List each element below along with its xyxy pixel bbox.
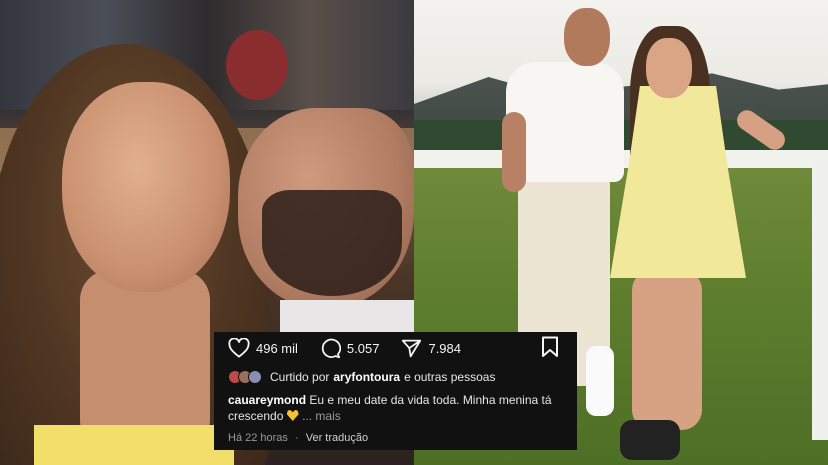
man-beard bbox=[262, 190, 402, 296]
post-action-bar: 496 mil 5.057 7.984 bbox=[228, 336, 483, 360]
liked-by-username[interactable]: aryfontoura bbox=[333, 370, 400, 384]
meta-separator: · bbox=[295, 432, 299, 444]
liker-avatars bbox=[228, 370, 262, 384]
fence-post bbox=[812, 160, 828, 440]
like-button[interactable]: 496 mil bbox=[228, 338, 298, 358]
caption-text-line1: Eu e meu date da vida toda. Minha menina… bbox=[309, 393, 552, 407]
comment-button[interactable]: 5.057 bbox=[320, 338, 380, 359]
man-head bbox=[564, 8, 610, 66]
girl-legs bbox=[632, 270, 702, 430]
post-meta: Há 22 horas · Ver tradução bbox=[228, 432, 368, 444]
heart-outline-icon bbox=[228, 338, 250, 358]
liked-by-prefix: Curtido por bbox=[270, 370, 330, 384]
girl-face-standing bbox=[646, 38, 692, 98]
comment-bubble-icon bbox=[320, 338, 341, 359]
liked-by-suffix[interactable]: e outras pessoas bbox=[404, 370, 495, 384]
girl-sandals bbox=[620, 420, 680, 460]
shares-count: 7.984 bbox=[428, 340, 462, 356]
liked-by-row: Curtido por aryfontoura e outras pessoas bbox=[228, 370, 495, 384]
girl-face bbox=[62, 82, 230, 292]
avatar bbox=[248, 370, 262, 384]
comments-count: 5.057 bbox=[346, 340, 380, 356]
paper-plane-icon bbox=[401, 338, 422, 359]
red-cap bbox=[226, 30, 288, 100]
caption-username[interactable]: cauareymond bbox=[228, 393, 306, 407]
likes-count: 496 mil bbox=[256, 340, 298, 356]
girl-yellow-top bbox=[34, 425, 234, 465]
caption-text-line2: crescendo bbox=[228, 409, 284, 423]
instagram-post-overlay: 496 mil 5.057 7.984 Curtido por aryfonto… bbox=[214, 332, 577, 450]
man-arm bbox=[502, 112, 526, 192]
man-shoe bbox=[586, 346, 614, 416]
yellow-heart-icon bbox=[286, 410, 299, 421]
caption-more-link[interactable]: ... mais bbox=[302, 409, 341, 423]
post-caption: cauareymond Eu e meu date da vida toda. … bbox=[228, 392, 563, 424]
post-timestamp: Há 22 horas bbox=[228, 432, 288, 444]
translate-link[interactable]: Ver tradução bbox=[306, 432, 368, 444]
bookmark-icon[interactable] bbox=[541, 336, 561, 358]
girl-neck bbox=[80, 270, 210, 450]
share-button[interactable]: 7.984 bbox=[401, 338, 461, 359]
